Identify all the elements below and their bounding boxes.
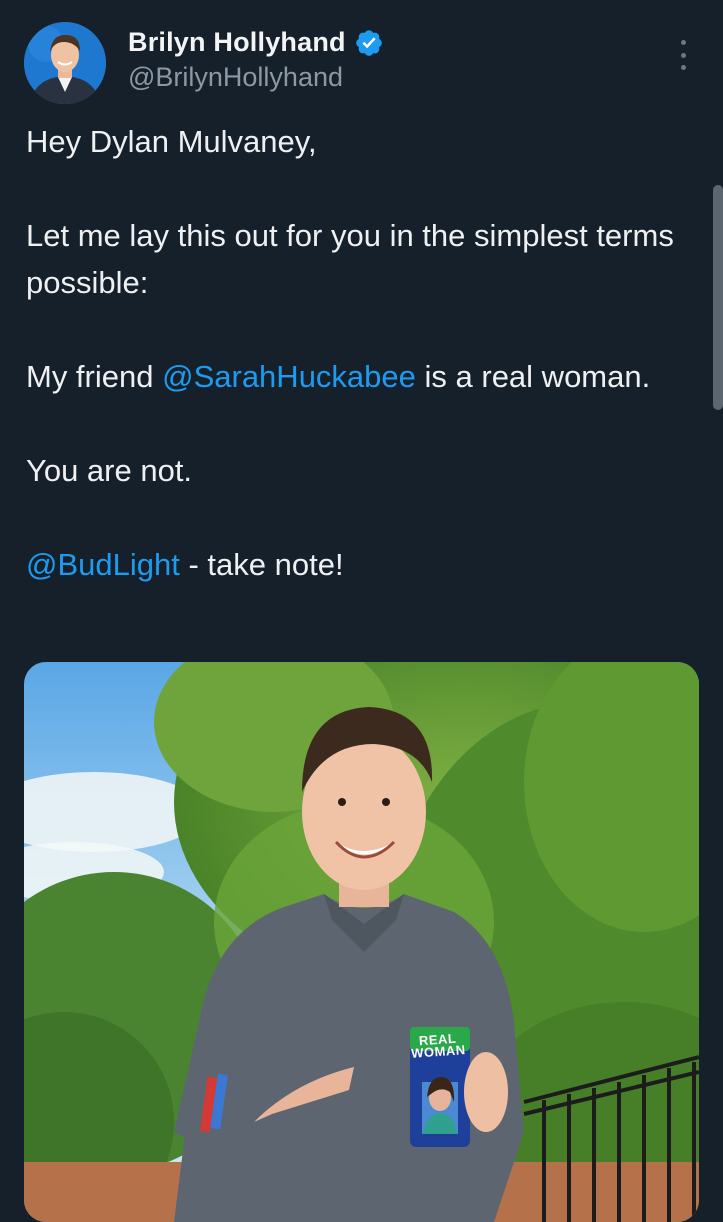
mention-link-budlight[interactable]: @BudLight	[26, 547, 180, 582]
mention-link-sarahhuckabee[interactable]: @SarahHuckabee	[162, 359, 416, 394]
tweet-line-friend: My friend @SarahHuckabee is a real woman…	[26, 353, 686, 400]
author-display-name[interactable]: Brilyn Hollyhand	[128, 27, 346, 58]
tweet-line-intro: Let me lay this out for you in the simpl…	[26, 218, 674, 300]
tweet-text-fragment: - take note!	[179, 547, 344, 582]
tweet-line-statement: You are not.	[26, 453, 193, 488]
tweet-photo[interactable]: REAL WOMAN	[24, 662, 699, 1222]
tweet-text-fragment: is a real woman.	[415, 359, 651, 394]
tweet: Brilyn Hollyhand @BrilynHollyhand Hey Dy…	[0, 0, 723, 1222]
scrollbar-thumb[interactable]	[713, 185, 723, 410]
author-handle[interactable]: @BrilynHollyhand	[128, 62, 343, 93]
tweet-line-greeting: Hey Dylan Mulvaney,	[26, 124, 317, 159]
koozie-label: REAL WOMAN	[409, 1031, 467, 1061]
author-avatar[interactable]	[24, 22, 106, 104]
verified-badge-icon	[355, 29, 382, 56]
photo-scene	[24, 662, 699, 1222]
author-name-row: Brilyn Hollyhand	[128, 27, 384, 58]
koozie-label-line2: WOMAN	[410, 1042, 467, 1061]
avatar-image	[24, 22, 106, 104]
tweet-text: Hey Dylan Mulvaney, Let me lay this out …	[26, 118, 686, 588]
tweet-line-budlight: @BudLight - take note!	[26, 541, 686, 588]
more-options-icon[interactable]	[672, 40, 694, 70]
tweet-text-fragment: My friend	[26, 359, 163, 394]
